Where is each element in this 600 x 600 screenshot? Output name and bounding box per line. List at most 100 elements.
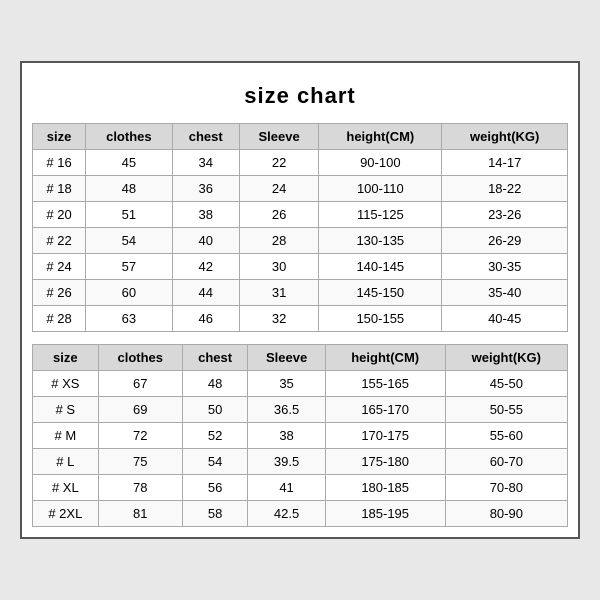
table-cell: 40-45 [442, 306, 568, 332]
table2-header: size clothes chest Sleeve height(CM) wei… [33, 345, 568, 371]
table-cell: 26-29 [442, 228, 568, 254]
table-cell: 52 [182, 423, 248, 449]
table-cell: # 16 [33, 150, 86, 176]
table-cell: 55-60 [445, 423, 567, 449]
table-cell: 90-100 [319, 150, 442, 176]
table-cell: 60-70 [445, 449, 567, 475]
table-cell: 42.5 [248, 501, 325, 527]
table-cell: 165-170 [325, 397, 445, 423]
col2-height: height(CM) [325, 345, 445, 371]
table-cell: 60 [86, 280, 172, 306]
table-cell: 150-155 [319, 306, 442, 332]
table-cell: # 2XL [33, 501, 99, 527]
col-sleeve: Sleeve [239, 124, 318, 150]
table-cell: 35-40 [442, 280, 568, 306]
table-cell: 67 [98, 371, 182, 397]
table-cell: 75 [98, 449, 182, 475]
table-cell: 170-175 [325, 423, 445, 449]
table-cell: # 18 [33, 176, 86, 202]
col2-weight: weight(KG) [445, 345, 567, 371]
table-cell: 44 [172, 280, 239, 306]
table1-header: size clothes chest Sleeve height(CM) wei… [33, 124, 568, 150]
table-cell: 38 [248, 423, 325, 449]
table-cell: 36.5 [248, 397, 325, 423]
table-cell: 41 [248, 475, 325, 501]
table-cell: 69 [98, 397, 182, 423]
col-height: height(CM) [319, 124, 442, 150]
col-weight: weight(KG) [442, 124, 568, 150]
table-cell: 140-145 [319, 254, 442, 280]
table-cell: 54 [182, 449, 248, 475]
table-row: # 22544028130-13526-29 [33, 228, 568, 254]
table-cell: 23-26 [442, 202, 568, 228]
table-row: # XL785641180-18570-80 [33, 475, 568, 501]
table-cell: 32 [239, 306, 318, 332]
table-row: # 1645342290-10014-17 [33, 150, 568, 176]
chart-container: size chart size clothes chest Sleeve hei… [20, 61, 580, 539]
table-row: # M725238170-17555-60 [33, 423, 568, 449]
table-cell: 14-17 [442, 150, 568, 176]
table-cell: # XL [33, 475, 99, 501]
col-clothes: clothes [86, 124, 172, 150]
size-table-1: size clothes chest Sleeve height(CM) wei… [32, 123, 568, 332]
table-row: # 2XL815842.5185-19580-90 [33, 501, 568, 527]
table-cell: 56 [182, 475, 248, 501]
table-cell: 46 [172, 306, 239, 332]
col-size: size [33, 124, 86, 150]
table-cell: 72 [98, 423, 182, 449]
table-cell: # 28 [33, 306, 86, 332]
table-cell: 70-80 [445, 475, 567, 501]
table-cell: # L [33, 449, 99, 475]
table-cell: 51 [86, 202, 172, 228]
col2-chest: chest [182, 345, 248, 371]
table-cell: 18-22 [442, 176, 568, 202]
table-cell: # S [33, 397, 99, 423]
table-row: # 28634632150-15540-45 [33, 306, 568, 332]
col-chest: chest [172, 124, 239, 150]
table-cell: # 20 [33, 202, 86, 228]
table-cell: 39.5 [248, 449, 325, 475]
table-cell: 22 [239, 150, 318, 176]
table-row: # XS674835155-16545-50 [33, 371, 568, 397]
table-row: # 20513826115-12523-26 [33, 202, 568, 228]
table-cell: 45 [86, 150, 172, 176]
table-cell: 48 [86, 176, 172, 202]
table-cell: 185-195 [325, 501, 445, 527]
table-cell: 54 [86, 228, 172, 254]
table-cell: 57 [86, 254, 172, 280]
table-cell: # 24 [33, 254, 86, 280]
table-cell: 50-55 [445, 397, 567, 423]
table-cell: 155-165 [325, 371, 445, 397]
table-cell: 130-135 [319, 228, 442, 254]
table-cell: # XS [33, 371, 99, 397]
table-cell: 26 [239, 202, 318, 228]
chart-title: size chart [32, 73, 568, 123]
table-cell: 38 [172, 202, 239, 228]
table-cell: 24 [239, 176, 318, 202]
table-cell: 63 [86, 306, 172, 332]
table1-body: # 1645342290-10014-17# 18483624100-11018… [33, 150, 568, 332]
table-cell: 35 [248, 371, 325, 397]
size-table-2: size clothes chest Sleeve height(CM) wei… [32, 344, 568, 527]
table-row: # S695036.5165-17050-55 [33, 397, 568, 423]
table-cell: # M [33, 423, 99, 449]
col2-clothes: clothes [98, 345, 182, 371]
table-cell: 58 [182, 501, 248, 527]
table-cell: 45-50 [445, 371, 567, 397]
table-cell: 145-150 [319, 280, 442, 306]
table-row: # 18483624100-11018-22 [33, 176, 568, 202]
table-cell: 175-180 [325, 449, 445, 475]
table-cell: 50 [182, 397, 248, 423]
table-cell: 30 [239, 254, 318, 280]
table-cell: 115-125 [319, 202, 442, 228]
table-cell: # 22 [33, 228, 86, 254]
table-cell: 31 [239, 280, 318, 306]
table-cell: # 26 [33, 280, 86, 306]
table-cell: 180-185 [325, 475, 445, 501]
table-cell: 42 [172, 254, 239, 280]
section-gap [32, 332, 568, 344]
table-cell: 80-90 [445, 501, 567, 527]
table-cell: 48 [182, 371, 248, 397]
table-row: # 26604431145-15035-40 [33, 280, 568, 306]
table-cell: 28 [239, 228, 318, 254]
